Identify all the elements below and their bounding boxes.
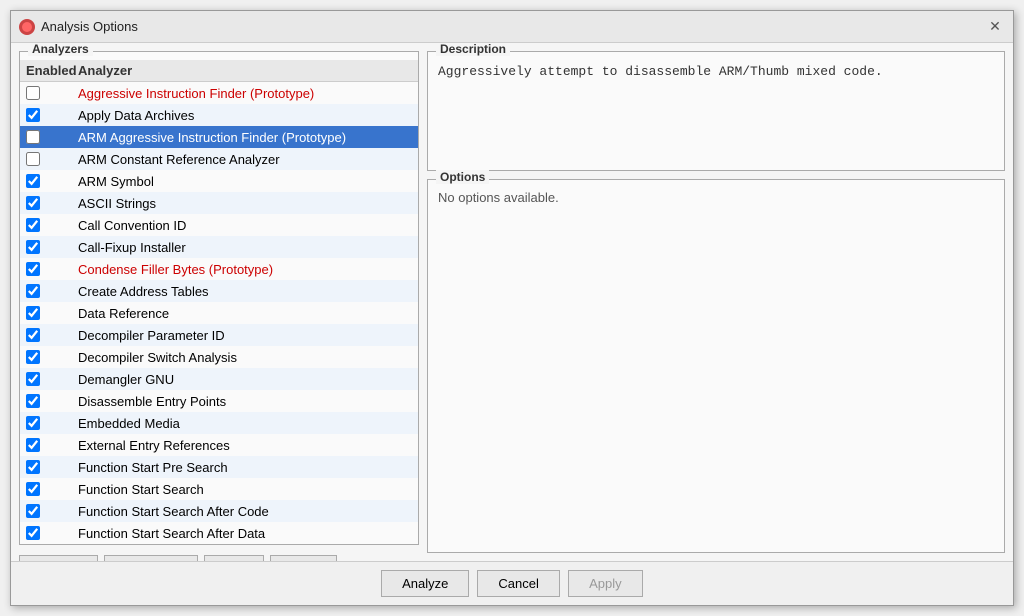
row-label: Data Reference <box>78 306 412 321</box>
row-enabled-checkbox[interactable] <box>26 152 78 166</box>
row-enabled-checkbox[interactable] <box>26 130 78 144</box>
table-row[interactable]: Decompiler Switch Analysis <box>20 346 418 368</box>
analyze-button[interactable]: Analyze <box>381 570 469 597</box>
table-row[interactable]: Call Convention ID <box>20 214 418 236</box>
row-enabled-checkbox[interactable] <box>26 482 78 496</box>
row-label: ARM Symbol <box>78 174 412 189</box>
row-label: Apply Data Archives <box>78 108 412 123</box>
row-label: Decompiler Parameter ID <box>78 328 412 343</box>
options-box: Options No options available. <box>427 179 1005 553</box>
row-enabled-checkbox[interactable] <box>26 108 78 122</box>
description-label: Description <box>436 43 510 56</box>
table-body[interactable]: Aggressive Instruction Finder (Prototype… <box>20 82 418 544</box>
dialog-title: Analysis Options <box>41 19 985 34</box>
row-label: Function Start Search After Code <box>78 504 412 519</box>
col-analyzer-header: Analyzer <box>78 63 412 78</box>
table-row[interactable]: Disassemble Entry Points <box>20 390 418 412</box>
table-row[interactable]: Condense Filler Bytes (Prototype) <box>20 258 418 280</box>
table-row[interactable]: External Entry References <box>20 434 418 456</box>
row-enabled-checkbox[interactable] <box>26 438 78 452</box>
table-row[interactable]: ARM Constant Reference Analyzer <box>20 148 418 170</box>
table-row[interactable]: Aggressive Instruction Finder (Prototype… <box>20 82 418 104</box>
options-label: Options <box>436 170 489 184</box>
row-enabled-checkbox[interactable] <box>26 196 78 210</box>
row-label: ARM Constant Reference Analyzer <box>78 152 412 167</box>
row-enabled-checkbox[interactable] <box>26 86 78 100</box>
app-icon <box>19 19 35 35</box>
row-label: Function Start Pre Search <box>78 460 412 475</box>
analyzers-group: Analyzers Enabled Analyzer Aggressive In… <box>19 51 419 545</box>
table-row[interactable]: ASCII Strings <box>20 192 418 214</box>
cancel-button[interactable]: Cancel <box>477 570 559 597</box>
row-enabled-checkbox[interactable] <box>26 350 78 364</box>
row-enabled-checkbox[interactable] <box>26 306 78 320</box>
table-row[interactable]: ARM Aggressive Instruction Finder (Proto… <box>20 126 418 148</box>
table-row[interactable]: Function Start Pre Search <box>20 456 418 478</box>
table-row[interactable]: Call-Fixup Installer <box>20 236 418 258</box>
analyzer-table: Enabled Analyzer Aggressive Instruction … <box>20 60 418 544</box>
row-enabled-checkbox[interactable] <box>26 240 78 254</box>
dialog-body: Analyzers Enabled Analyzer Aggressive In… <box>11 43 1013 561</box>
table-row[interactable]: Data Reference <box>20 302 418 324</box>
analyzers-label: Analyzers <box>28 43 93 56</box>
row-enabled-checkbox[interactable] <box>26 284 78 298</box>
table-row[interactable]: Function Start Search After Data <box>20 522 418 544</box>
analysis-options-dialog: Analysis Options ✕ Analyzers Enabled Ana… <box>10 10 1014 606</box>
table-row[interactable]: Decompiler Parameter ID <box>20 324 418 346</box>
row-label: Call-Fixup Installer <box>78 240 412 255</box>
table-row[interactable]: Function Start Search After Code <box>20 500 418 522</box>
table-row[interactable]: Create Address Tables <box>20 280 418 302</box>
row-label: ASCII Strings <box>78 196 412 211</box>
no-options-text: No options available. <box>438 190 994 205</box>
table-row[interactable]: Demangler GNU <box>20 368 418 390</box>
row-enabled-checkbox[interactable] <box>26 328 78 342</box>
right-panel: Description Aggressively attempt to disa… <box>427 51 1005 553</box>
row-label: Create Address Tables <box>78 284 412 299</box>
col-enabled-header: Enabled <box>26 63 78 78</box>
row-label: Demangler GNU <box>78 372 412 387</box>
left-panel: Analyzers Enabled Analyzer Aggressive In… <box>19 51 419 553</box>
row-enabled-checkbox[interactable] <box>26 372 78 386</box>
row-enabled-checkbox[interactable] <box>26 460 78 474</box>
table-row[interactable]: Apply Data Archives <box>20 104 418 126</box>
row-enabled-checkbox[interactable] <box>26 174 78 188</box>
table-row[interactable]: ARM Symbol <box>20 170 418 192</box>
dialog-footer: Analyze Cancel Apply <box>11 561 1013 605</box>
row-label: Function Start Search <box>78 482 412 497</box>
description-text: Aggressively attempt to disassemble ARM/… <box>438 62 994 82</box>
description-box: Description Aggressively attempt to disa… <box>427 51 1005 171</box>
row-label: Aggressive Instruction Finder (Prototype… <box>78 86 412 101</box>
row-label: Condense Filler Bytes (Prototype) <box>78 262 412 277</box>
row-enabled-checkbox[interactable] <box>26 218 78 232</box>
row-enabled-checkbox[interactable] <box>26 504 78 518</box>
close-button[interactable]: ✕ <box>985 17 1005 37</box>
row-label: ARM Aggressive Instruction Finder (Proto… <box>78 130 412 145</box>
row-label: Embedded Media <box>78 416 412 431</box>
table-row[interactable]: Embedded Media <box>20 412 418 434</box>
row-enabled-checkbox[interactable] <box>26 526 78 540</box>
title-bar: Analysis Options ✕ <box>11 11 1013 43</box>
row-label: Call Convention ID <box>78 218 412 233</box>
row-enabled-checkbox[interactable] <box>26 416 78 430</box>
table-header: Enabled Analyzer <box>20 60 418 82</box>
row-label: Function Start Search After Data <box>78 526 412 541</box>
row-label: Decompiler Switch Analysis <box>78 350 412 365</box>
row-enabled-checkbox[interactable] <box>26 394 78 408</box>
row-enabled-checkbox[interactable] <box>26 262 78 276</box>
apply-button[interactable]: Apply <box>568 570 643 597</box>
table-row[interactable]: Function Start Search <box>20 478 418 500</box>
row-label: External Entry References <box>78 438 412 453</box>
row-label: Disassemble Entry Points <box>78 394 412 409</box>
